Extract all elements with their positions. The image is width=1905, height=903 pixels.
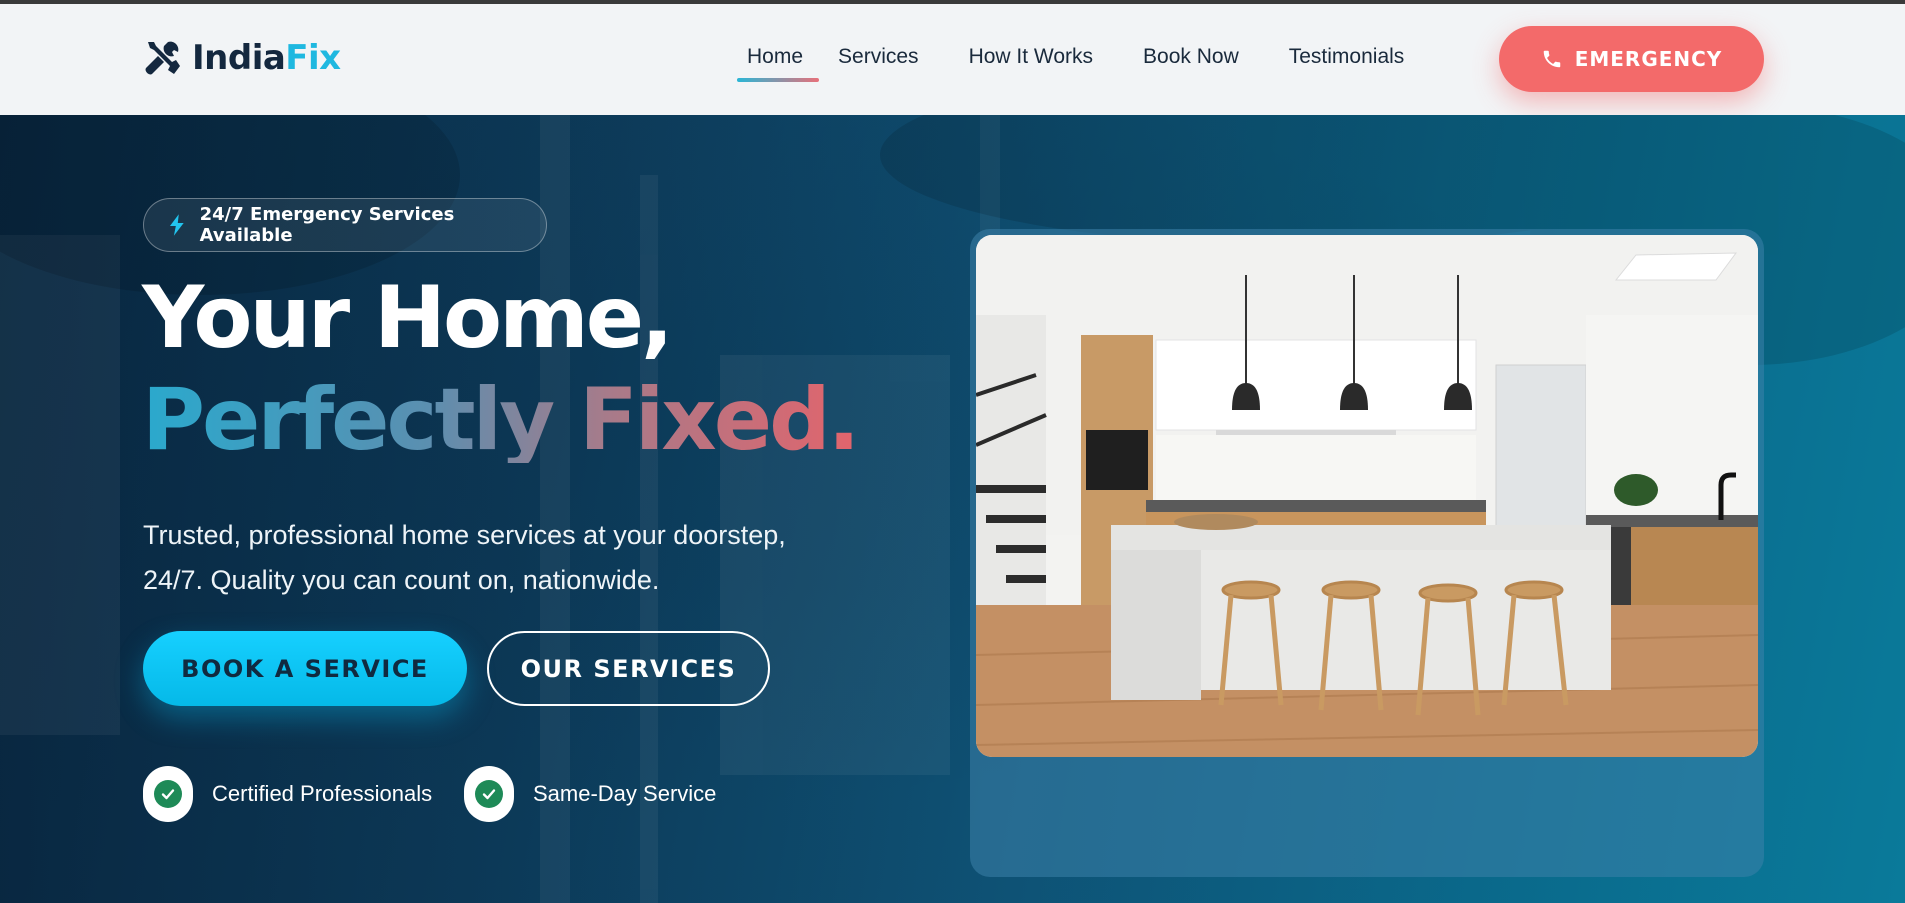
site-header: IndiaFix Home Services How It Works Book… — [0, 4, 1905, 115]
nav-how-it-works[interactable]: How It Works — [944, 40, 1118, 80]
feature-same-day: Same-Day Service — [464, 766, 716, 822]
hero-title-line2: Perfectly Fixed. — [142, 370, 860, 470]
nav-services[interactable]: Services — [813, 40, 944, 80]
hero-subtitle: Trusted, professional home services at y… — [143, 513, 863, 603]
logo-text: IndiaFix — [192, 38, 341, 78]
nav-home[interactable]: Home — [737, 40, 820, 82]
tools-icon — [145, 41, 180, 75]
kitchen-illustration — [976, 235, 1758, 757]
subtitle-line1: Trusted, professional home services at y… — [143, 520, 786, 550]
emergency-button[interactable]: EMERGENCY — [1499, 26, 1764, 92]
kitchen-image — [976, 235, 1758, 757]
check-icon — [154, 780, 182, 808]
phone-icon — [1543, 50, 1560, 68]
check-badge — [464, 766, 514, 822]
logo[interactable]: IndiaFix — [142, 38, 341, 78]
main-nav: Home Services How It Works Book Now Test… — [737, 40, 1430, 82]
emergency-badge: 24/7 Emergency Services Available — [143, 198, 547, 252]
hero-title-line1: Your Home, — [142, 268, 674, 368]
nav-book-now[interactable]: Book Now — [1118, 40, 1264, 80]
feature-certified: Certified Professionals — [143, 766, 432, 822]
hero-section: 24/7 Emergency Services Available Your H… — [0, 115, 1905, 903]
our-services-button[interactable]: OUR SERVICES — [487, 631, 770, 706]
book-service-button[interactable]: BOOK A SERVICE — [143, 631, 467, 706]
subtitle-line2: 24/7. Quality you can count on, nationwi… — [143, 565, 660, 595]
feature-label: Certified Professionals — [212, 781, 433, 806]
badge-text: 24/7 Emergency Services Available — [199, 204, 455, 246]
nav-testimonials[interactable]: Testimonials — [1264, 40, 1430, 80]
emergency-label: EMERGENCY — [1574, 47, 1723, 71]
check-badge — [143, 766, 193, 822]
bolt-icon — [169, 214, 184, 236]
check-icon — [475, 780, 503, 808]
feature-label: Same-Day Service — [533, 781, 717, 806]
hero-image-frame — [970, 229, 1764, 877]
